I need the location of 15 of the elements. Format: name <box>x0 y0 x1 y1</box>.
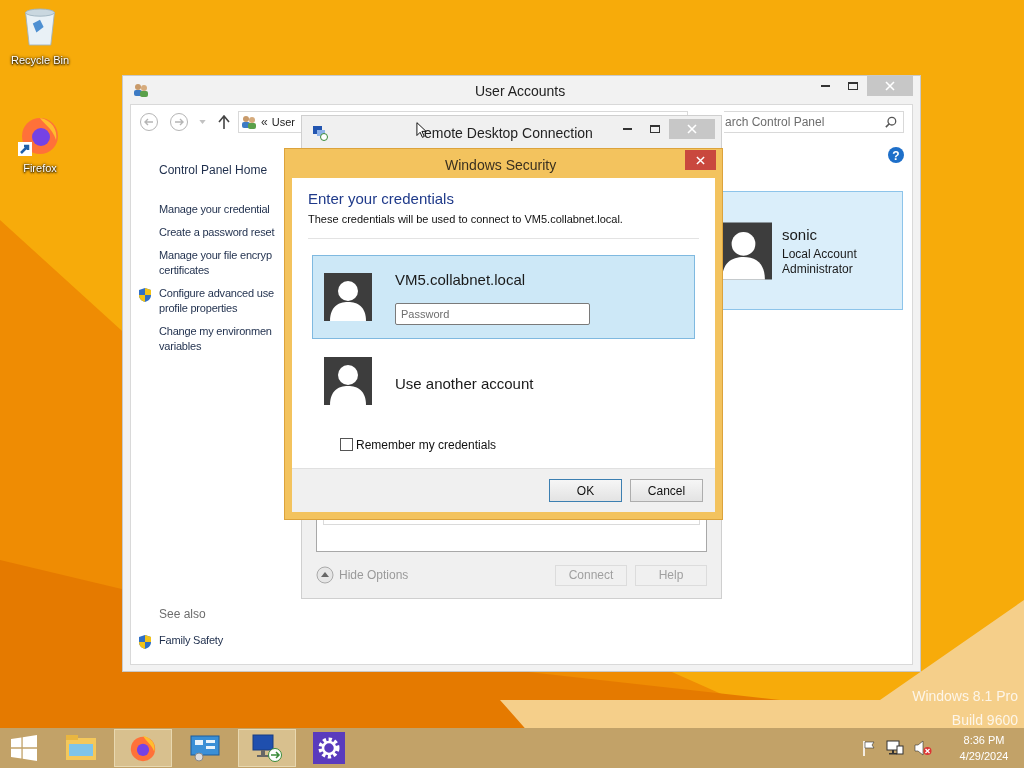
dialog-heading: Enter your credentials <box>308 190 455 208</box>
desktop-icon-label: Firefox <box>23 161 57 176</box>
window-title: emote Desktop Connection <box>424 124 593 143</box>
os-version-text: Windows 8.1 Pro <box>912 687 1018 706</box>
account-detail: Administrator <box>782 261 854 277</box>
window-title: User Accounts <box>475 82 566 101</box>
desktop-icon-label: Recycle Bin <box>10 53 70 68</box>
breadcrumb-chevron: « <box>261 114 268 131</box>
dialog-description: These credentials will be used to connect to VM5.collabnet.local. <box>308 212 624 227</box>
checkbox-label: Remember my credentials <box>356 436 497 454</box>
dialog-title: Windows Security <box>445 156 557 175</box>
account-name: sonic <box>782 225 819 246</box>
account-detail: Local Account <box>782 246 857 262</box>
section-heading: See also <box>159 607 206 621</box>
os-version-text: Build 9600 <box>951 711 1018 730</box>
